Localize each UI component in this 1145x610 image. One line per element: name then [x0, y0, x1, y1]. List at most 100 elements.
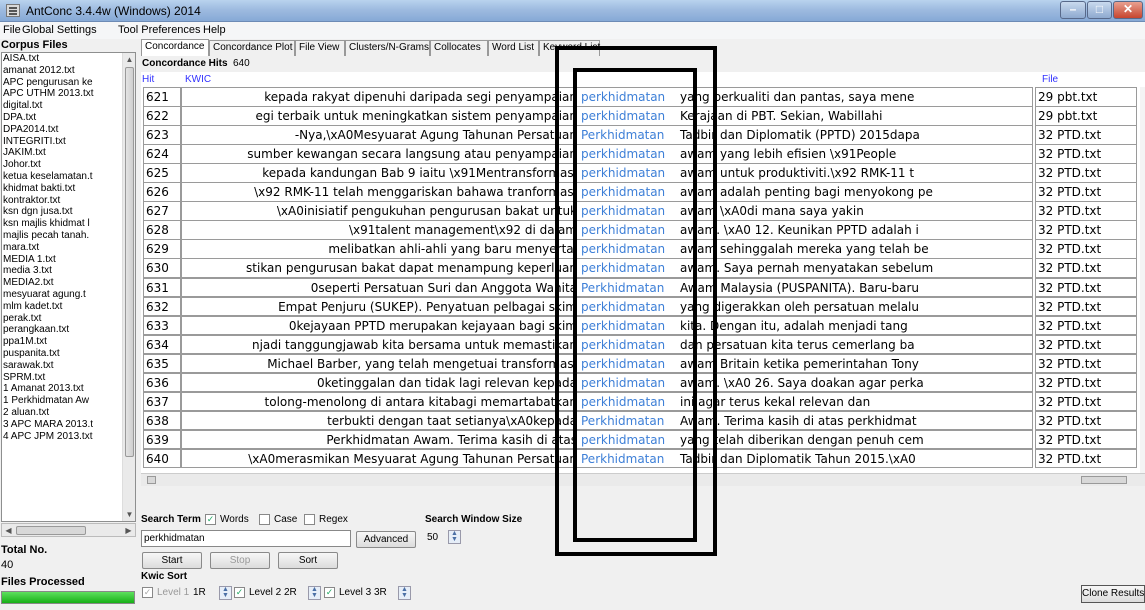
- file-cell[interactable]: 32 PTD.txt: [1035, 125, 1137, 145]
- file-cell[interactable]: 32 PTD.txt: [1035, 353, 1137, 374]
- list-item[interactable]: 1 Perkhidmatan Aw: [2, 395, 123, 407]
- file-cell[interactable]: 32 PTD.txt: [1035, 315, 1137, 336]
- level2-value[interactable]: 2R: [284, 587, 297, 598]
- file-cell[interactable]: 32 PTD.txt: [1035, 144, 1137, 164]
- list-item[interactable]: mara.txt: [2, 242, 123, 254]
- level1-value[interactable]: 1R: [193, 587, 206, 598]
- list-item[interactable]: ketua keselamatan.t: [2, 171, 123, 183]
- column-hit-header[interactable]: Hit: [142, 74, 154, 85]
- corpus-file-list[interactable]: AISA.txt amanat 2012.txt APC pengurusan ke…: [1, 52, 136, 522]
- list-item[interactable]: SPRM.txt: [2, 372, 123, 384]
- file-cell[interactable]: 32 PTD.txt: [1035, 334, 1137, 355]
- file-cell[interactable]: 32 PTD.txt: [1035, 201, 1137, 221]
- file-cell[interactable]: 32 PTD.txt: [1035, 372, 1137, 393]
- tab-clusters[interactable]: Clusters/N-Grams: [345, 40, 430, 56]
- list-item[interactable]: digital.txt: [2, 100, 123, 112]
- list-item[interactable]: 3 APC MARA 2013.t: [2, 419, 123, 431]
- case-checkbox[interactable]: [259, 514, 270, 525]
- maximize-button[interactable]: □: [1087, 1, 1112, 19]
- file-cell[interactable]: 32 PTD.txt: [1035, 182, 1137, 202]
- file-cell[interactable]: 32 PTD.txt: [1035, 258, 1137, 278]
- tab-concordance-plot[interactable]: Concordance Plot: [209, 40, 295, 56]
- file-cell[interactable]: 32 PTD.txt: [1035, 429, 1137, 450]
- list-item[interactable]: AISA.txt: [2, 53, 123, 65]
- level3-value[interactable]: 3R: [374, 587, 387, 598]
- file-cell[interactable]: 32 PTD.txt: [1035, 410, 1137, 431]
- file-cell[interactable]: 32 PTD.txt: [1035, 239, 1137, 259]
- list-item[interactable]: JAKIM.txt: [2, 147, 123, 159]
- list-item[interactable]: 4 APC JPM 2013.txt: [2, 431, 123, 443]
- advanced-button[interactable]: Advanced: [356, 531, 416, 548]
- menu-global-settings[interactable]: Global Settings: [22, 24, 97, 36]
- list-item[interactable]: perangkaan.txt: [2, 324, 123, 336]
- window-size-stepper-icon[interactable]: ▲ ▼: [448, 530, 461, 544]
- list-item[interactable]: INTEGRITI.txt: [2, 136, 123, 148]
- list-item[interactable]: Johor.txt: [2, 159, 123, 171]
- tab-word-list[interactable]: Word List: [488, 40, 539, 56]
- level3-stepper-icon[interactable]: ▲ ▼: [398, 586, 411, 600]
- list-item[interactable]: MEDIA2.txt: [2, 277, 123, 289]
- list-item[interactable]: khidmat bakti.txt: [2, 183, 123, 195]
- scroll-thumb[interactable]: [125, 67, 134, 457]
- corpus-hscrollbar[interactable]: ◀ ▶: [1, 523, 136, 537]
- scroll-thumb[interactable]: [16, 526, 86, 535]
- list-item[interactable]: sarawak.txt: [2, 360, 123, 372]
- list-item[interactable]: 1 Amanat 2013.txt: [2, 383, 123, 395]
- list-item[interactable]: puspanita.txt: [2, 348, 123, 360]
- level3-checkbox[interactable]: ✓: [324, 587, 335, 598]
- scroll-up-icon[interactable]: ▲: [123, 53, 135, 66]
- list-item[interactable]: mesyuarat agung.t: [2, 289, 123, 301]
- file-cell[interactable]: 29 pbt.txt: [1035, 87, 1137, 107]
- scroll-thumb[interactable]: [1081, 476, 1127, 484]
- list-item[interactable]: majlis pecah tanah.: [2, 230, 123, 242]
- list-item[interactable]: MEDIA 1.txt: [2, 254, 123, 266]
- scroll-down-icon[interactable]: ▼: [123, 508, 135, 521]
- tab-collocates[interactable]: Collocates: [430, 40, 488, 56]
- tab-concordance[interactable]: Concordance: [141, 39, 209, 56]
- list-item[interactable]: 2 aluan.txt: [2, 407, 123, 419]
- list-item[interactable]: ksn majlis khidmat l: [2, 218, 123, 230]
- search-input[interactable]: [141, 530, 351, 547]
- column-kwic-header[interactable]: KWIC: [185, 74, 211, 85]
- tab-file-view[interactable]: File View: [295, 40, 345, 56]
- menu-file[interactable]: File: [3, 24, 21, 36]
- list-item[interactable]: kontraktor.txt: [2, 195, 123, 207]
- level1-stepper-icon[interactable]: ▲ ▼: [219, 586, 232, 600]
- start-button[interactable]: Start: [142, 552, 202, 569]
- menu-help[interactable]: Help: [203, 24, 226, 36]
- file-cell[interactable]: 32 PTD.txt: [1035, 296, 1137, 317]
- list-item[interactable]: ksn dgn jusa.txt: [2, 206, 123, 218]
- close-button[interactable]: ✕: [1113, 1, 1143, 19]
- file-cell[interactable]: 29 pbt.txt: [1035, 106, 1137, 126]
- list-item[interactable]: amanat 2012.txt: [2, 65, 123, 77]
- file-cell[interactable]: 32 PTD.txt: [1035, 448, 1137, 469]
- list-item[interactable]: ppa1M.txt: [2, 336, 123, 348]
- scroll-left-icon[interactable]: ◀: [2, 524, 15, 537]
- list-item[interactable]: perak.txt: [2, 313, 123, 325]
- level2-stepper-icon[interactable]: ▲ ▼: [308, 586, 321, 600]
- window-size-value[interactable]: 50: [427, 532, 438, 543]
- file-cell[interactable]: 32 PTD.txt: [1035, 277, 1137, 297]
- file-cell[interactable]: 32 PTD.txt: [1035, 391, 1137, 412]
- list-item[interactable]: APC UTHM 2013.txt: [2, 88, 123, 100]
- list-item[interactable]: APC pengurusan ke: [2, 77, 123, 89]
- level2-checkbox[interactable]: ✓: [234, 587, 245, 598]
- corpus-vscrollbar[interactable]: ▲ ▼: [122, 53, 135, 521]
- regex-checkbox[interactable]: [304, 514, 315, 525]
- level1-checkbox[interactable]: ✓: [142, 587, 153, 598]
- stop-button[interactable]: Stop: [210, 552, 270, 569]
- list-item[interactable]: media 3.txt: [2, 265, 123, 277]
- list-item[interactable]: DPA.txt: [2, 112, 123, 124]
- sort-button[interactable]: Sort: [278, 552, 338, 569]
- scroll-right-icon[interactable]: ▶: [122, 524, 135, 537]
- menu-tool-preferences[interactable]: Tool Preferences: [118, 24, 201, 36]
- minimize-button[interactable]: –: [1060, 1, 1086, 19]
- file-cell[interactable]: 32 PTD.txt: [1035, 163, 1137, 183]
- scroll-thumb[interactable]: [147, 476, 156, 484]
- list-item[interactable]: DPA2014.txt: [2, 124, 123, 136]
- column-file-header[interactable]: File: [1042, 74, 1058, 85]
- file-cell[interactable]: 32 PTD.txt: [1035, 220, 1137, 240]
- list-item[interactable]: mlm kadet.txt: [2, 301, 123, 313]
- words-checkbox[interactable]: ✓: [205, 514, 216, 525]
- clone-results-button[interactable]: Clone Results: [1081, 585, 1145, 603]
